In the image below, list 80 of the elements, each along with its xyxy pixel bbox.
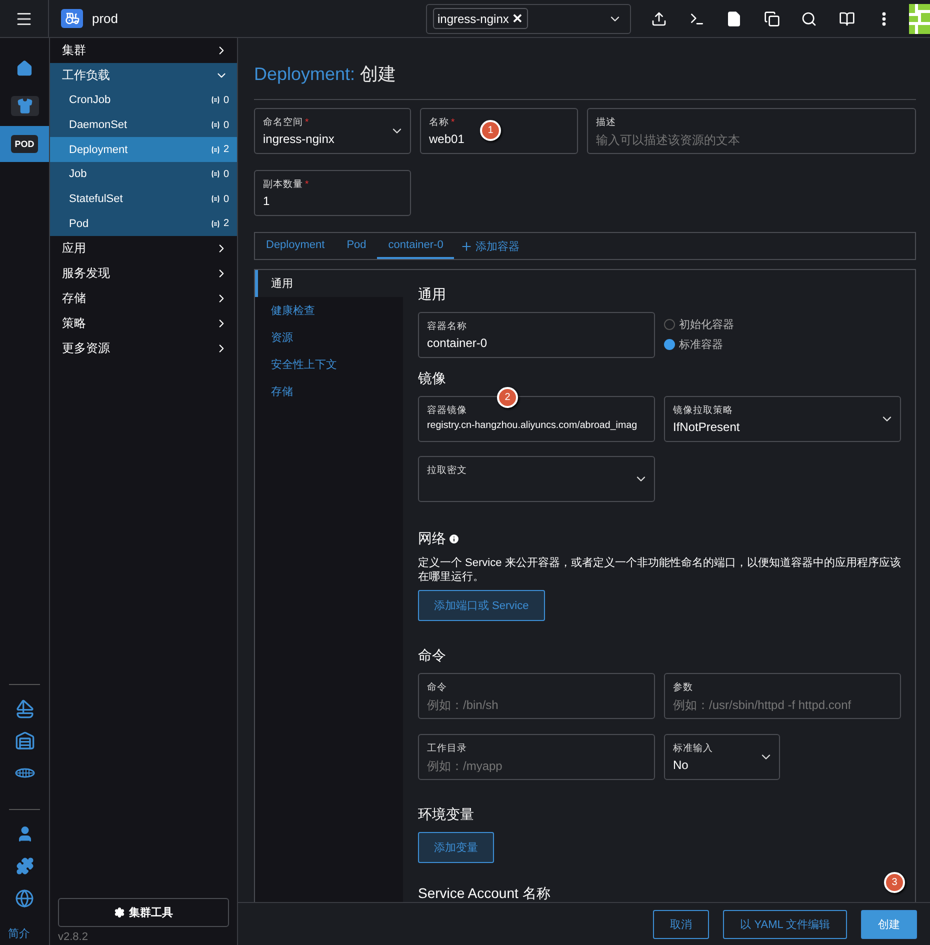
side-tab[interactable]: 存储 [255,378,403,405]
copy-icon [764,10,780,26]
add-container-button[interactable]: 添加容器 [454,233,526,259]
more-icon [882,12,886,26]
add-port-button[interactable]: 添加端口或 Service [418,590,545,621]
input-field[interactable]: 描述 输入可以描述该资源的文本 [587,108,916,154]
nav-group[interactable]: 服务发现 [50,261,237,286]
resource-count: 0 [211,94,229,106]
footer-button[interactable]: 以 YAML 文件编辑 [723,910,847,938]
braces-icon [211,220,220,228]
resource-count: 2 [211,218,229,230]
nav-item[interactable]: Deployment 2 [50,137,237,162]
select-field[interactable]: 标准输入 No [664,734,780,780]
nav-group[interactable]: 存储 [50,286,237,312]
tab[interactable]: Pod [336,233,378,259]
side-tab[interactable]: 通用 [255,270,403,297]
braces-icon [211,146,220,154]
namespace-filter[interactable]: ingress-nginx ✕ [426,4,630,34]
remove-chip-button[interactable]: ✕ [512,11,523,26]
tab[interactable]: container-0 [377,233,454,259]
nav-group[interactable]: 工作负载 [50,63,237,88]
resource-count: 0 [211,120,229,131]
braces-icon [211,195,220,204]
upload-icon [651,10,668,26]
braces-icon [211,121,220,130]
input-field[interactable]: 容器名称 container-0 [418,312,655,358]
section-title: 环境变量 [418,806,475,824]
resource-count: 0 [211,168,229,180]
nav-group[interactable]: 应用 [50,236,237,262]
add-variable-button[interactable]: 添加变量 [418,832,494,863]
nav-group[interactable]: 集群 [50,38,237,63]
radio-option[interactable]: 标准容器 [664,337,901,352]
input-field[interactable]: 副本数量 * 1 [254,170,411,216]
footer-button[interactable]: 取消 [653,910,710,938]
book-icon [838,10,855,26]
step-marker: 1 [480,120,501,141]
nav-group[interactable]: 更多资源 [50,336,237,362]
tab[interactable]: Deployment [255,233,336,259]
shirt-icon [16,98,32,114]
nav-item[interactable]: Pod 2 [50,211,237,236]
braces-icon [211,170,220,178]
select-field[interactable]: 拉取密文 [418,456,655,502]
section-title: Service Account 名称 [418,885,552,902]
side-tab[interactable]: 健康检查 [255,297,403,324]
nav-item[interactable]: StatefulSet 0 [50,186,237,212]
input-field[interactable]: 命令 例如：/bin/sh [418,673,655,719]
search-icon [801,10,818,26]
file-icon [726,10,742,26]
version-label: v2.8.2 [58,931,89,943]
pod-button[interactable]: POD [0,126,49,162]
terminal-icon [688,10,705,26]
info-icon[interactable] [448,533,460,545]
gear-icon [114,907,125,918]
cluster-tools-button[interactable]: 集群工具 [58,898,229,927]
section-title: 命令 [418,647,447,665]
nav-item[interactable]: CronJob 0 [50,88,237,113]
nav-item[interactable]: Job 0 [50,162,237,187]
resource-count: 2 [211,144,229,156]
section-title: 网络 [418,530,446,548]
radio-option[interactable]: 初始化容器 [664,317,901,332]
cluster-name: prod [92,11,118,26]
select-field[interactable]: 命名空间 * ingress-nginx [254,108,411,154]
nav-group[interactable]: 策略 [50,311,237,336]
page-title: Deployment: 创建 [254,38,916,100]
section-title: 镜像 [418,370,447,388]
side-tab[interactable]: 安全性上下文 [255,351,403,378]
logo-icon [61,9,83,28]
side-tab[interactable]: 资源 [255,324,403,351]
select-field[interactable]: 镜像拉取策略 IfNotPresent [664,396,901,442]
step-marker: 3 [884,872,905,893]
braces-icon [211,96,220,104]
plus-icon [460,240,474,252]
home-icon [16,60,33,76]
about-link[interactable]: 简介 [8,926,30,941]
namespace-chip: ingress-nginx ✕ [432,8,528,29]
step-marker: 2 [497,387,518,408]
resource-count: 0 [211,194,229,205]
network-description: 定义一个 Service 来公开容器，或者定义一个非功能性命名的端口，以便知道容器中的应用程序应该在哪里运行。 [418,556,901,584]
section-title: 通用 [418,286,447,304]
nav-item[interactable]: DaemonSet 0 [50,112,237,138]
